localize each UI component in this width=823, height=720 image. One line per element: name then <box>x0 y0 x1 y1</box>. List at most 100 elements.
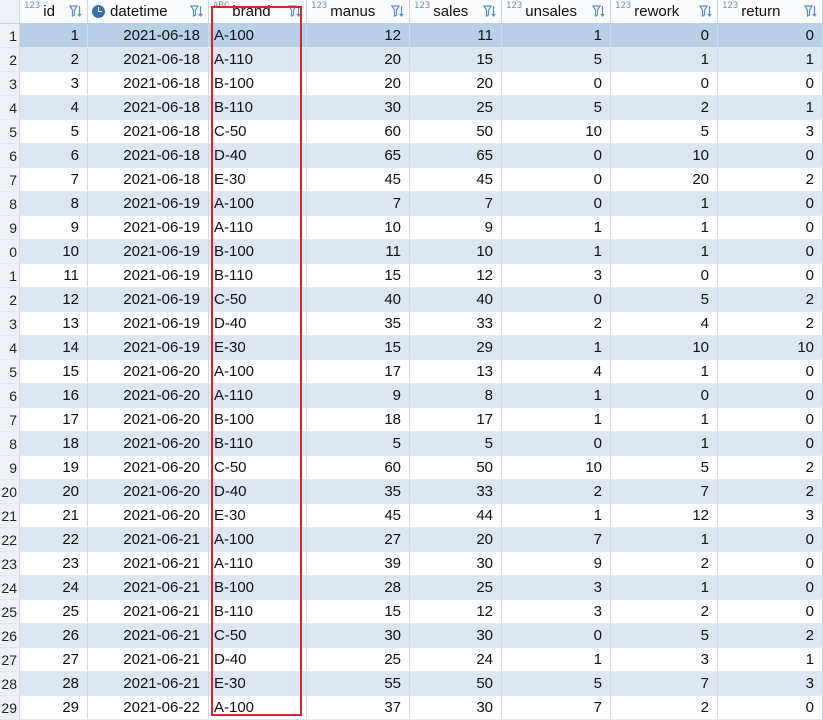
table-row[interactable]: 20 20 2021-06-20 D-40 35 33 2 7 2 <box>0 480 823 504</box>
cell-manus[interactable]: 45 <box>307 168 410 191</box>
cell-sales[interactable]: 33 <box>410 312 502 335</box>
cell-id[interactable]: 14 <box>20 336 88 359</box>
row-number[interactable]: 4 <box>0 96 20 119</box>
cell-id[interactable]: 16 <box>20 384 88 407</box>
cell-id[interactable]: 17 <box>20 408 88 431</box>
cell-rework[interactable]: 4 <box>611 312 718 335</box>
cell-rework[interactable]: 7 <box>611 480 718 503</box>
cell-manus[interactable]: 60 <box>307 456 410 479</box>
cell-id[interactable]: 20 <box>20 480 88 503</box>
cell-sales[interactable]: 15 <box>410 48 502 71</box>
cell-sales[interactable]: 7 <box>410 192 502 215</box>
cell-datetime[interactable]: 2021-06-19 <box>88 288 209 311</box>
row-number[interactable]: 22 <box>0 528 20 551</box>
cell-return[interactable]: 0 <box>718 696 823 719</box>
cell-sales[interactable]: 20 <box>410 528 502 551</box>
table-row[interactable]: 4 14 2021-06-19 E-30 15 29 1 10 10 <box>0 336 823 360</box>
cell-id[interactable]: 6 <box>20 144 88 167</box>
cell-id[interactable]: 24 <box>20 576 88 599</box>
cell-manus[interactable]: 37 <box>307 696 410 719</box>
cell-rework[interactable]: 2 <box>611 696 718 719</box>
cell-sales[interactable]: 17 <box>410 408 502 431</box>
cell-manus[interactable]: 15 <box>307 600 410 623</box>
cell-sales[interactable]: 10 <box>410 240 502 263</box>
cell-datetime[interactable]: 2021-06-18 <box>88 24 209 47</box>
cell-sales[interactable]: 5 <box>410 432 502 455</box>
cell-brand[interactable]: B-100 <box>209 576 307 599</box>
cell-id[interactable]: 27 <box>20 648 88 671</box>
table-row[interactable]: 0 10 2021-06-19 B-100 11 10 1 1 0 <box>0 240 823 264</box>
cell-rework[interactable]: 0 <box>611 24 718 47</box>
column-header-unsales[interactable]: 123 unsales <box>502 0 611 23</box>
cell-sales[interactable]: 30 <box>410 696 502 719</box>
row-number[interactable]: 25 <box>0 600 20 623</box>
row-number[interactable]: 9 <box>0 216 20 239</box>
cell-datetime[interactable]: 2021-06-19 <box>88 216 209 239</box>
cell-brand[interactable]: C-50 <box>209 120 307 143</box>
cell-return[interactable]: 0 <box>718 24 823 47</box>
table-row[interactable]: 24 24 2021-06-21 B-100 28 25 3 1 0 <box>0 576 823 600</box>
cell-return[interactable]: 0 <box>718 264 823 287</box>
cell-brand[interactable]: E-30 <box>209 504 307 527</box>
filter-sort-icon[interactable] <box>699 4 713 18</box>
cell-return[interactable]: 0 <box>718 360 823 383</box>
cell-unsales[interactable]: 2 <box>502 480 611 503</box>
cell-id[interactable]: 2 <box>20 48 88 71</box>
cell-id[interactable]: 7 <box>20 168 88 191</box>
cell-return[interactable]: 2 <box>718 624 823 647</box>
cell-return[interactable]: 0 <box>718 192 823 215</box>
cell-manus[interactable]: 27 <box>307 528 410 551</box>
cell-rework[interactable]: 12 <box>611 504 718 527</box>
cell-rework[interactable]: 1 <box>611 216 718 239</box>
cell-brand[interactable]: D-40 <box>209 480 307 503</box>
cell-brand[interactable]: C-50 <box>209 456 307 479</box>
row-number[interactable]: 6 <box>0 384 20 407</box>
cell-id[interactable]: 3 <box>20 72 88 95</box>
row-number[interactable]: 6 <box>0 144 20 167</box>
row-number[interactable]: 27 <box>0 648 20 671</box>
cell-sales[interactable]: 25 <box>410 576 502 599</box>
cell-manus[interactable]: 39 <box>307 552 410 575</box>
filter-sort-icon[interactable] <box>483 4 497 18</box>
cell-rework[interactable]: 0 <box>611 72 718 95</box>
table-row[interactable]: 9 19 2021-06-20 C-50 60 50 10 5 2 <box>0 456 823 480</box>
cell-datetime[interactable]: 2021-06-21 <box>88 528 209 551</box>
cell-manus[interactable]: 40 <box>307 288 410 311</box>
cell-sales[interactable]: 50 <box>410 672 502 695</box>
cell-sales[interactable]: 13 <box>410 360 502 383</box>
cell-return[interactable]: 1 <box>718 96 823 119</box>
cell-datetime[interactable]: 2021-06-20 <box>88 384 209 407</box>
cell-datetime[interactable]: 2021-06-20 <box>88 456 209 479</box>
cell-return[interactable]: 2 <box>718 288 823 311</box>
cell-unsales[interactable]: 1 <box>502 216 611 239</box>
cell-datetime[interactable]: 2021-06-20 <box>88 504 209 527</box>
row-number[interactable]: 7 <box>0 168 20 191</box>
cell-brand[interactable]: A-110 <box>209 48 307 71</box>
cell-unsales[interactable]: 0 <box>502 432 611 455</box>
cell-datetime[interactable]: 2021-06-20 <box>88 432 209 455</box>
cell-brand[interactable]: D-40 <box>209 312 307 335</box>
cell-manus[interactable]: 7 <box>307 192 410 215</box>
cell-sales[interactable]: 30 <box>410 552 502 575</box>
cell-unsales[interactable]: 5 <box>502 48 611 71</box>
cell-return[interactable]: 0 <box>718 144 823 167</box>
cell-return[interactable]: 3 <box>718 504 823 527</box>
cell-rework[interactable]: 1 <box>611 432 718 455</box>
cell-brand[interactable]: A-100 <box>209 360 307 383</box>
cell-unsales[interactable]: 1 <box>502 408 611 431</box>
cell-return[interactable]: 2 <box>718 456 823 479</box>
corner-cell[interactable] <box>0 0 20 23</box>
cell-unsales[interactable]: 9 <box>502 552 611 575</box>
cell-datetime[interactable]: 2021-06-20 <box>88 408 209 431</box>
row-number[interactable]: 1 <box>0 24 20 47</box>
cell-sales[interactable]: 24 <box>410 648 502 671</box>
table-row[interactable]: 23 23 2021-06-21 A-110 39 30 9 2 0 <box>0 552 823 576</box>
row-number[interactable]: 0 <box>0 240 20 263</box>
filter-sort-icon[interactable] <box>288 4 302 18</box>
cell-sales[interactable]: 29 <box>410 336 502 359</box>
table-row[interactable]: 28 28 2021-06-21 E-30 55 50 5 7 3 <box>0 672 823 696</box>
cell-rework[interactable]: 0 <box>611 264 718 287</box>
cell-manus[interactable]: 45 <box>307 504 410 527</box>
cell-manus[interactable]: 20 <box>307 72 410 95</box>
column-header-return[interactable]: 123 return <box>718 0 823 23</box>
